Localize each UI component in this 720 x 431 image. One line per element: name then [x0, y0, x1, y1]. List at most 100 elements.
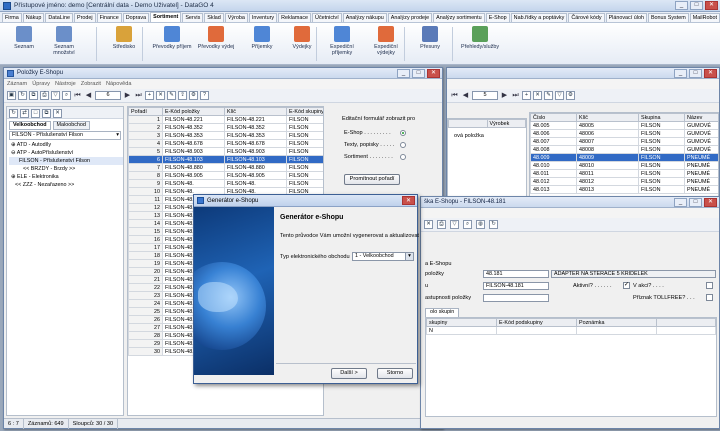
- menu-tab-firma[interactable]: Firma: [2, 13, 22, 22]
- close-button[interactable]: ✕: [704, 198, 717, 207]
- tree-tab-1[interactable]: Maloobchod: [52, 121, 90, 130]
- column-header[interactable]: Klíč: [224, 107, 287, 116]
- minimize-button[interactable]: _: [397, 69, 410, 78]
- ribbon-overview-button[interactable]: Přehledy/služby: [460, 26, 500, 50]
- copy-icon[interactable]: ⧉: [42, 109, 51, 118]
- tree-node[interactable]: ⊕ ELE - Elektronika: [9, 173, 123, 181]
- filter-icon[interactable]: ▽: [555, 91, 564, 100]
- menu-tab-nab-dky-a-popt-vky[interactable]: Nab.řídky a poptávky: [510, 13, 568, 22]
- column-header[interactable]: Klíč: [576, 113, 639, 122]
- prev-page-icon[interactable]: ◀: [461, 91, 470, 100]
- menu-tab-doprava[interactable]: Doprava: [122, 13, 150, 22]
- add-row-icon[interactable]: +: [145, 91, 154, 100]
- last-page-icon[interactable]: ⏭: [511, 91, 520, 100]
- table-row[interactable]: 48.006 48006 FILSON GUMOVÉ: [530, 129, 718, 138]
- column-header[interactable]: Výrobek: [486, 119, 526, 128]
- menu-item-0[interactable]: Záznam: [7, 81, 27, 87]
- menu-tab-mailrobot[interactable]: MailRobot: [689, 13, 720, 22]
- menu-tab--etnictv-[interactable]: Účetnictví: [312, 13, 342, 22]
- tree-node[interactable]: << ZZZ - Nezařazeno >>: [9, 181, 123, 189]
- menu-tab--rov-k-dy[interactable]: Čárové kódy: [568, 13, 605, 22]
- maximize-button[interactable]: □: [689, 198, 702, 207]
- table-row[interactable]: 9 FILSON-48. FILSON-48. FILSON: [128, 179, 323, 188]
- ribbon-list-button[interactable]: Seznam: [4, 26, 44, 50]
- ribbon-transfer-in-button[interactable]: Převodky příjem: [152, 26, 192, 50]
- save-icon[interactable]: ▣: [7, 91, 16, 100]
- print-icon[interactable]: ⎙: [437, 220, 446, 229]
- table-row[interactable]: 3 FILSON-48.353 FILSON-48.353 FILSON: [128, 131, 323, 140]
- table-row[interactable]: 48.010 48010 FILSON PNEUMÉ: [530, 161, 718, 170]
- edit-form-option-radio[interactable]: [400, 130, 406, 136]
- on-sale-checkbox[interactable]: [706, 282, 713, 289]
- maximize-button[interactable]: □: [690, 1, 703, 10]
- column-header[interactable]: Název: [684, 113, 718, 122]
- table-row[interactable]: 4 FILSON-48.678 FILSON-48.678 FILSON: [128, 139, 323, 148]
- delete-icon[interactable]: ✕: [424, 220, 433, 229]
- table-row[interactable]: 48.013 48013 FILSON PNEUMÉ: [530, 185, 718, 194]
- ribbon-transfer-out-button[interactable]: Převodky výdej: [196, 26, 236, 50]
- column-header[interactable]: skupiny: [426, 318, 497, 327]
- close-button[interactable]: ✕: [704, 69, 717, 78]
- cancel-button[interactable]: Storno: [377, 368, 413, 379]
- tab-groups[interactable]: olo skupin: [425, 308, 460, 317]
- menu-tab-reklamace[interactable]: Reklamace: [278, 13, 312, 22]
- tree-node[interactable]: ⊕ ATD - Autodíly: [9, 141, 123, 149]
- minimize-button[interactable]: _: [675, 1, 688, 10]
- table-row[interactable]: 5 FILSON-48.903 FILSON-48.903 FILSON: [128, 147, 323, 156]
- column-header[interactable]: E-Kód položky: [162, 107, 225, 116]
- next-button[interactable]: Další >: [331, 368, 367, 379]
- globe-icon[interactable]: ◍: [476, 220, 485, 229]
- menu-tab-bonus-system[interactable]: Bonus System: [647, 13, 689, 22]
- export-icon[interactable]: ⇪: [178, 91, 187, 100]
- menu-tab-dataline[interactable]: DataLine: [45, 13, 73, 22]
- ribbon-shipping-receipt-button[interactable]: Expediční příjemky: [322, 26, 362, 56]
- filter-icon[interactable]: ▽: [51, 91, 60, 100]
- table-row[interactable]: 48.011 48011 FILSON PNEUMÉ: [530, 169, 718, 178]
- key-field[interactable]: FILSON-48.181: [483, 282, 549, 290]
- ribbon-center-button[interactable]: Středisko: [104, 26, 144, 50]
- first-page-icon[interactable]: ⏮: [73, 91, 82, 100]
- table-row[interactable]: 48.005 48005 FILSON GUMOVÉ: [530, 121, 718, 130]
- menu-item-4[interactable]: Nápověda: [106, 81, 132, 87]
- settings-icon[interactable]: ⚙: [189, 91, 198, 100]
- tree-node[interactable]: ⊖ ATP - AutoPříslušenství: [9, 149, 123, 157]
- menu-tab-sortiment[interactable]: Sortiment: [150, 12, 182, 22]
- menu-tab-n-kup[interactable]: Nákup: [22, 13, 45, 22]
- table-row[interactable]: 48.007 48007 FILSON GUMOVÉ: [530, 137, 718, 146]
- refresh-icon[interactable]: ↻: [18, 91, 27, 100]
- apply-order-button[interactable]: Promítnout pořadí: [344, 174, 400, 185]
- edit-icon[interactable]: ✎: [544, 91, 553, 100]
- menu-tab-finance[interactable]: Finance: [96, 13, 122, 22]
- delete-row-icon[interactable]: ✕: [156, 91, 165, 100]
- menu-tab-inventury[interactable]: Inventury: [248, 13, 278, 22]
- table-row[interactable]: 7 FILSON-48.880 FILSON-48.880 FILSON: [128, 163, 323, 172]
- ribbon-receipt-button[interactable]: Příjemky: [242, 26, 282, 50]
- table-row[interactable]: 1 FILSON-48.221 FILSON-48.221 FILSON: [128, 115, 323, 124]
- next-page-icon[interactable]: ▶: [500, 91, 509, 100]
- table-row[interactable]: 48.009 48009 FILSON PNEUMÉ: [530, 153, 718, 162]
- ribbon-move-button[interactable]: Přesuny: [410, 26, 450, 50]
- column-header[interactable]: [448, 119, 488, 128]
- first-page-icon[interactable]: ⏮: [450, 91, 459, 100]
- item-code-field[interactable]: 48.181: [483, 270, 549, 278]
- column-header[interactable]: Skupina: [638, 113, 685, 122]
- maximize-button[interactable]: □: [689, 69, 702, 78]
- menu-item-1[interactable]: Úpravy: [32, 81, 50, 87]
- menu-tab-anal-zy-sortimentu[interactable]: Analýzy sortimentu: [433, 13, 485, 22]
- edit-form-option-radio[interactable]: [400, 142, 406, 148]
- table-row[interactable]: 6 FILSON-48.103 FILSON-48.103 FILSON: [128, 155, 323, 164]
- menu-tab-anal-zy-n-kupu[interactable]: Analýzy nákupu: [342, 13, 387, 22]
- column-header[interactable]: Číslo: [530, 113, 577, 122]
- dialog-close-button[interactable]: ✕: [402, 196, 415, 205]
- menu-tab-pl-novac-loh[interactable]: Plánovací úloh: [605, 13, 647, 22]
- column-header[interactable]: Poznámka: [576, 318, 657, 327]
- table-row[interactable]: 2 FILSON-48.352 FILSON-48.352 FILSON: [128, 123, 323, 132]
- close-button[interactable]: ✕: [705, 1, 718, 10]
- edit-form-option-radio[interactable]: [400, 154, 406, 160]
- minimize-button[interactable]: _: [674, 69, 687, 78]
- ribbon-quantity-list-button[interactable]: Seznam množství: [44, 26, 84, 56]
- menu-item-3[interactable]: Zobrazit: [81, 81, 101, 87]
- search-icon[interactable]: ⌕: [463, 220, 472, 229]
- new-icon[interactable]: □: [31, 109, 40, 118]
- tree-node[interactable]: << BRZDY - Brzdy >>: [9, 165, 123, 173]
